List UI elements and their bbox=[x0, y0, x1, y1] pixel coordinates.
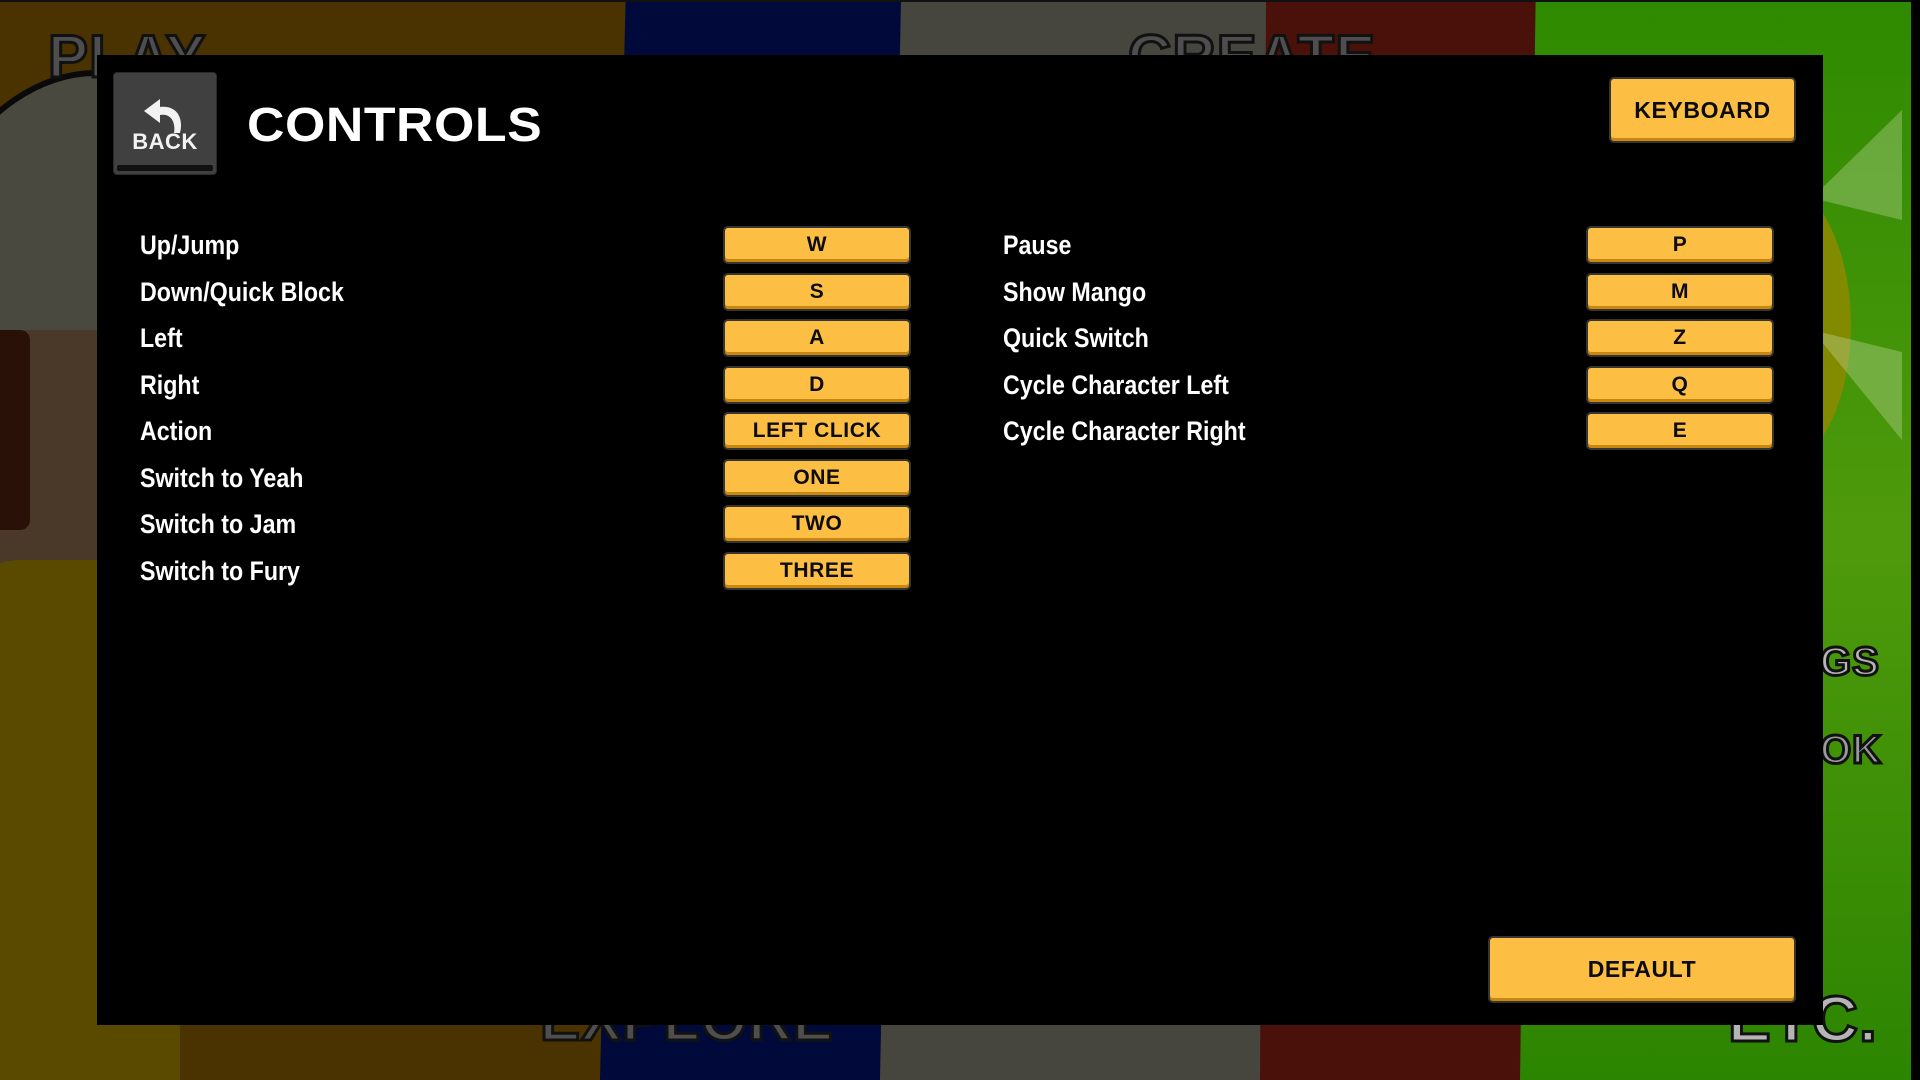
binding-row: Show Mango M bbox=[1003, 272, 1774, 320]
binding-action-label: Pause bbox=[1003, 230, 1072, 260]
binding-action-label: Left bbox=[140, 323, 183, 353]
binding-action-label: Cycle Character Left bbox=[1003, 369, 1229, 400]
bg-menu-settings: GS bbox=[1819, 639, 1881, 686]
default-button[interactable]: DEFAULT bbox=[1488, 936, 1796, 1003]
input-device-button[interactable]: KEYBOARD bbox=[1609, 77, 1796, 143]
binding-row: Down/Quick Block S bbox=[140, 272, 911, 320]
binding-row: Pause P bbox=[1003, 226, 1774, 273]
key-binding-button[interactable]: THREE bbox=[723, 551, 911, 590]
key-binding-button[interactable]: P bbox=[1586, 226, 1774, 264]
key-binding-button[interactable]: A bbox=[723, 319, 911, 357]
binding-action-label: Cycle Character Right bbox=[1003, 416, 1246, 446]
binding-row: Cycle Character Left Q bbox=[1003, 365, 1774, 413]
binding-action-label: Up/Jump bbox=[140, 230, 240, 260]
bindings-right-column: Pause P Show Mango M Quick Switch Z Cycl… bbox=[1003, 226, 1774, 459]
binding-action-label: Right bbox=[140, 369, 200, 400]
binding-row: Cycle Character Right E bbox=[1003, 412, 1774, 459]
key-binding-button[interactable]: Z bbox=[1586, 319, 1774, 357]
binding-action-label: Switch to Yeah bbox=[140, 462, 304, 493]
binding-row: Up/Jump W bbox=[140, 226, 911, 273]
window-frame-top bbox=[0, 0, 1920, 2]
key-binding-button[interactable]: TWO bbox=[723, 505, 911, 543]
window-frame-right bbox=[1911, 0, 1920, 1080]
key-binding-button[interactable]: D bbox=[723, 365, 911, 404]
binding-row: Switch to Yeah ONE bbox=[140, 458, 911, 506]
key-binding-button[interactable]: W bbox=[723, 226, 911, 264]
binding-action-label: Action bbox=[140, 416, 213, 446]
key-binding-button[interactable]: E bbox=[1586, 412, 1774, 450]
controls-panel: BACK CONTROLS KEYBOARD Up/Jump W Down/Qu… bbox=[97, 55, 1823, 1025]
back-label: BACK bbox=[132, 129, 198, 154]
binding-row: Quick Switch Z bbox=[1003, 319, 1774, 366]
bindings-left-column: Up/Jump W Down/Quick Block S Left A Righ… bbox=[140, 226, 911, 599]
bg-character-strap bbox=[0, 330, 30, 530]
binding-row: Left A bbox=[140, 319, 911, 366]
key-binding-button[interactable]: ONE bbox=[723, 458, 911, 497]
binding-row: Right D bbox=[140, 365, 911, 413]
key-binding-button[interactable]: Q bbox=[1586, 365, 1774, 404]
key-binding-button[interactable]: M bbox=[1586, 272, 1774, 311]
binding-row: Switch to Jam TWO bbox=[140, 505, 911, 552]
binding-action-label: Switch to Jam bbox=[140, 509, 297, 539]
binding-action-label: Switch to Fury bbox=[140, 555, 300, 586]
binding-action-label: Quick Switch bbox=[1003, 323, 1149, 353]
back-button[interactable]: BACK bbox=[113, 72, 217, 175]
binding-row: Action LEFT CLICK bbox=[140, 412, 911, 459]
key-binding-button[interactable]: S bbox=[723, 272, 911, 311]
bg-menu-book: OK bbox=[1819, 727, 1883, 774]
binding-row: Switch to Fury THREE bbox=[140, 551, 911, 599]
binding-action-label: Show Mango bbox=[1003, 276, 1147, 307]
binding-action-label: Down/Quick Block bbox=[140, 276, 344, 307]
key-binding-button[interactable]: LEFT CLICK bbox=[723, 412, 911, 450]
page-title: CONTROLS bbox=[247, 99, 543, 152]
